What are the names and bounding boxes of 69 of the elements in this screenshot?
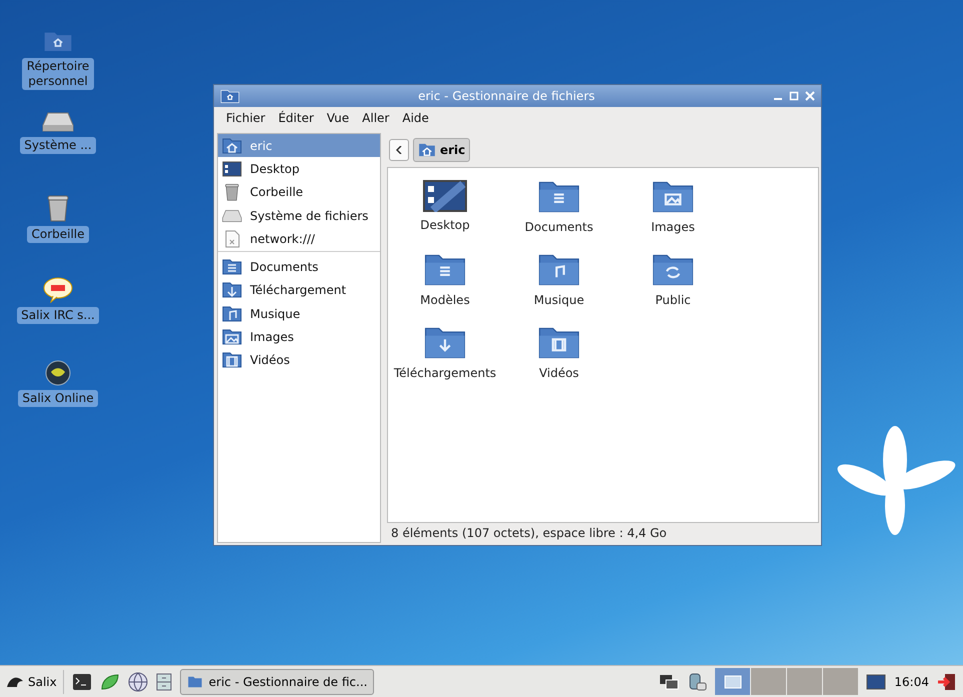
folder-icon: [222, 329, 242, 346]
desktop-icon-label[interactable]: Corbeille: [27, 226, 89, 243]
cabinet-icon[interactable]: [156, 672, 172, 690]
logout-icon[interactable]: [937, 672, 957, 692]
desktop-icon[interactable]: [866, 674, 886, 690]
desktop-icon-label[interactable]: Système ...: [20, 137, 96, 154]
sidebar-item[interactable]: Vidéos: [218, 348, 380, 372]
menu-button[interactable]: Salix: [6, 670, 64, 694]
menu-item[interactable]: Éditer: [278, 111, 314, 127]
sidebar-item[interactable]: Documents: [218, 255, 380, 279]
terminal-icon[interactable]: [72, 672, 92, 690]
folder-icon: [222, 282, 242, 298]
file-label[interactable]: Musique: [534, 293, 584, 307]
desktop-icon-label[interactable]: Salix Online: [18, 390, 98, 407]
sidebar-item[interactable]: Images: [218, 325, 380, 349]
leaf-icon[interactable]: [100, 672, 120, 690]
menu-item[interactable]: Fichier: [226, 111, 266, 127]
workspace-button[interactable]: [715, 668, 750, 695]
folder-icon[interactable]: [651, 180, 695, 214]
speech-bubble-icon[interactable]: [43, 277, 73, 303]
home-folder-icon: [220, 88, 240, 104]
network-icon[interactable]: [659, 672, 680, 690]
menu-item[interactable]: Vue: [326, 111, 350, 127]
folder-icon: [222, 306, 242, 322]
home-folder-icon: [418, 143, 436, 157]
taskbar-window-button[interactable]: eric - Gestionnaire de fic...: [180, 668, 374, 694]
desktop-icon: [222, 160, 242, 177]
folder-icon[interactable]: [537, 253, 581, 287]
folder-icon[interactable]: [423, 253, 467, 287]
desktop-icon-label[interactable]: Salix IRC s...: [17, 307, 99, 324]
close-icon[interactable]: [805, 91, 815, 101]
path-button[interactable]: eric: [413, 138, 470, 162]
sidebar-item[interactable]: Desktop: [218, 157, 380, 181]
chevron-left-icon: [396, 146, 402, 154]
home-folder-icon: [186, 676, 203, 688]
creature-logo-icon: [6, 674, 24, 688]
sidebar-item[interactable]: network:///: [218, 227, 380, 250]
sidebar-item[interactable]: Musique: [218, 302, 380, 326]
file-label[interactable]: Public: [655, 293, 691, 307]
file-label[interactable]: Desktop: [420, 218, 470, 232]
menu-item[interactable]: Aller: [362, 111, 390, 127]
window-thumbnail-icon: [724, 674, 742, 688]
folder-icon[interactable]: [423, 326, 467, 360]
drive-icon: [222, 208, 242, 223]
folder-icon: [222, 138, 242, 154]
folder-icon[interactable]: [537, 180, 581, 214]
maximize-icon[interactable]: [789, 91, 799, 101]
folder-icon: [222, 352, 242, 368]
folder-icon[interactable]: [537, 326, 581, 360]
trash-icon[interactable]: [46, 194, 70, 222]
drive-icon[interactable]: [42, 111, 74, 133]
folder-icon[interactable]: [651, 253, 695, 287]
folder-icon: [222, 259, 242, 276]
file-label[interactable]: Images: [651, 220, 695, 234]
file-label[interactable]: Téléchargements: [394, 366, 496, 380]
file-label[interactable]: Modèles: [420, 293, 470, 307]
clipboard-icon[interactable]: [687, 672, 708, 692]
sidebar-item[interactable]: Téléchargement: [218, 278, 380, 302]
sidebar-item[interactable]: Corbeille: [218, 180, 380, 204]
back-button[interactable]: [389, 139, 409, 161]
status-text: 8 éléments (107 octets), espace libre : 4,4 Go: [390, 525, 668, 542]
menu-item[interactable]: Aide: [402, 111, 429, 127]
file-label[interactable]: Documents: [524, 220, 594, 234]
desktop-icon[interactable]: [423, 180, 467, 212]
desktop-icon-label[interactable]: Répertoire personnel: [22, 58, 94, 90]
window-title: eric - Gestionnaire de fichiers: [417, 89, 596, 103]
file-label[interactable]: Vidéos: [539, 366, 579, 380]
sidebar-item[interactable]: Système de fichiers: [218, 204, 380, 228]
clock: 16:04: [894, 674, 929, 688]
